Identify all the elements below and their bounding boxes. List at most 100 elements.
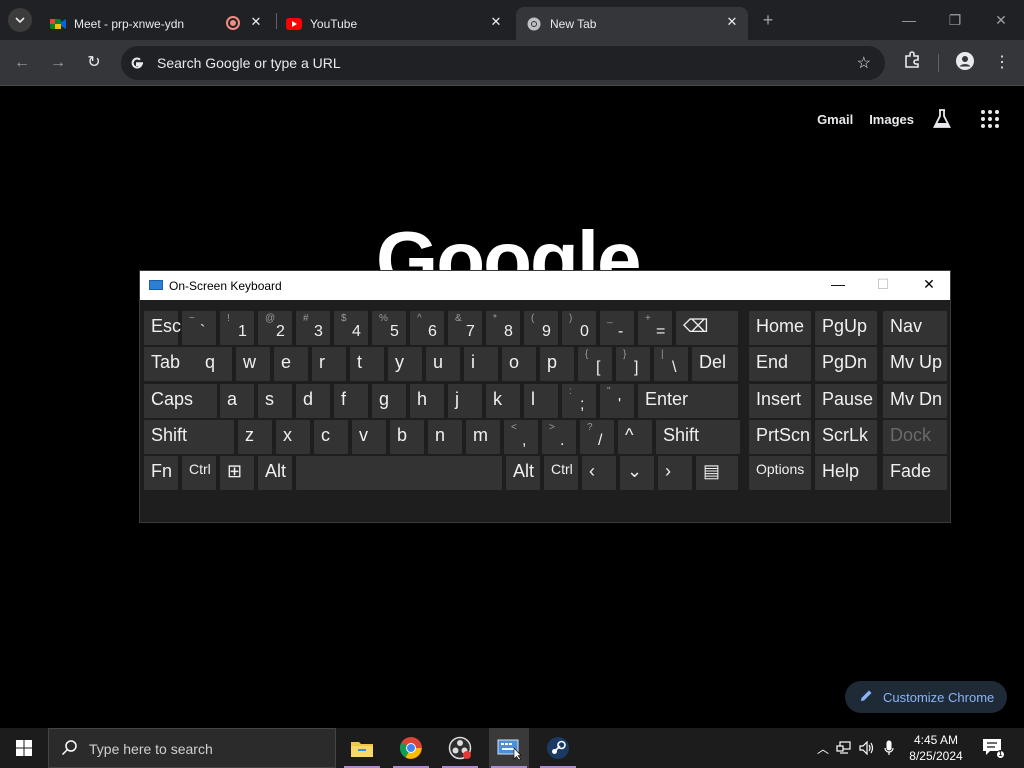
osk-key-symbol[interactable]: :; [562,384,596,418]
osk-key-k[interactable]: k [486,384,520,418]
osk-key-esc[interactable]: Esc [144,311,181,345]
osk-key-1[interactable]: ! 1 [220,311,254,345]
osk-key-v[interactable]: v [352,420,386,454]
osk-key-3[interactable]: #3 [296,311,330,345]
customize-chrome-button[interactable]: Customize Chrome [845,681,1007,713]
osk-key-c[interactable]: c [314,420,348,454]
osk-key-f[interactable]: f [334,384,368,418]
tab-youtube[interactable]: YouTube ✕ [276,7,512,40]
osk-key-i[interactable]: i [464,347,498,381]
osk-key-b[interactable]: b [390,420,424,454]
osk-key-symbol[interactable]: + = [638,311,672,345]
notifications-icon[interactable]: 1 [982,738,1005,759]
labs-flask-icon[interactable] [930,107,954,131]
minimize-window-icon[interactable]: — [897,8,921,32]
more-menu-icon[interactable]: ⋮ [990,51,1014,75]
apps-grid-icon[interactable] [978,107,1002,131]
osk-key-symbol[interactable]: | \ [654,347,688,381]
osk-key-help[interactable]: Help [815,456,877,490]
osk-key-g[interactable]: g [372,384,406,418]
osk-key-5[interactable]: % 5 [372,311,406,345]
osk-key-d[interactable]: d [296,384,330,418]
new-tab-button[interactable]: + [758,10,778,30]
chevron-up-icon[interactable]: ︿ [814,740,832,757]
taskbar-clock[interactable]: 4:45 AM 8/25/2024 [905,732,967,764]
osk-key-symbol[interactable]: {[ [578,347,612,381]
osk-key-symbol[interactable]: <, [504,420,538,454]
osk-close-icon[interactable]: ✕ [919,276,939,293]
osk-key-fade[interactable]: Fade [883,456,947,490]
osk-key-symbol[interactable]: ⌫ [676,311,738,345]
osk-key-t[interactable]: t [350,347,384,381]
osk-key-7[interactable]: & 7 [448,311,482,345]
osk-key-y[interactable]: y [388,347,422,381]
osk-key-o[interactable]: o [502,347,536,381]
osk-key-tab[interactable]: Tab [144,347,202,381]
osk-key-fn[interactable]: Fn [144,456,178,490]
taskbar-search-box[interactable]: Type here to search [48,728,336,768]
osk-key-enter[interactable]: Enter [638,384,738,418]
osk-key-w[interactable]: w [236,347,270,381]
taskbar-chrome[interactable] [391,728,431,768]
osk-key-caps[interactable]: Caps [144,384,217,418]
bookmark-star-icon[interactable]: ☆ [857,53,871,73]
osk-key-symbol[interactable]: _ - [600,311,634,345]
osk-key-x[interactable]: x [276,420,310,454]
osk-minimize-icon[interactable]: — [828,276,848,292]
close-window-icon[interactable]: ✕ [989,8,1013,32]
osk-key-a[interactable]: a [220,384,254,418]
profile-avatar-icon[interactable] [953,51,977,75]
restore-window-icon[interactable]: ❐ [943,8,967,32]
osk-key-nav[interactable]: Nav [883,311,947,345]
network-icon[interactable] [832,741,856,755]
tab-new-tab[interactable]: New Tab ✕ [516,7,748,40]
images-link[interactable]: Images [869,112,914,127]
osk-key-del[interactable]: Del [692,347,738,381]
osk-key-insert[interactable]: Insert [749,384,811,418]
osk-key-h[interactable]: h [410,384,444,418]
osk-key-z[interactable]: z [238,420,272,454]
taskbar-steam[interactable] [538,728,578,768]
osk-key-symbol[interactable]: >. [542,420,576,454]
omnibox[interactable]: Search Google or type a URL ☆ [121,46,885,80]
osk-key-symbol[interactable]: ? / [580,420,614,454]
tab-meet[interactable]: Meet - prp-xnwe-ydn ✕ [40,7,272,40]
microphone-icon[interactable] [878,740,900,756]
osk-key-ctrl[interactable]: Ctrl [182,456,216,490]
gmail-link[interactable]: Gmail [817,112,853,127]
taskbar-on-screen-keyboard[interactable] [489,728,529,768]
osk-key-shift[interactable]: Shift [656,420,740,454]
osk-key-symbol[interactable]: ⌄ [620,456,654,490]
osk-key-symbol[interactable]: }] [616,347,650,381]
osk-key-alt[interactable]: Alt [258,456,292,490]
start-button[interactable] [0,728,48,768]
osk-key-mv-dn[interactable]: Mv Dn [883,384,947,418]
osk-key-ctrl[interactable]: Ctrl [544,456,578,490]
taskbar-obs[interactable] [440,728,480,768]
osk-key-pgdn[interactable]: PgDn [815,347,877,381]
osk-key-q[interactable]: q [198,347,232,381]
close-tab-icon[interactable]: ✕ [248,14,264,30]
osk-key-j[interactable]: j [448,384,482,418]
tab-search-button[interactable] [8,8,32,32]
reload-icon[interactable]: ↻ [82,51,106,75]
osk-key-s[interactable]: s [258,384,292,418]
osk-key-symbol[interactable]: " ' [600,384,634,418]
osk-key-dock[interactable]: Dock [883,420,947,454]
osk-key-n[interactable]: n [428,420,462,454]
osk-key-symbol[interactable]: ‹ [582,456,616,490]
osk-key-2[interactable]: @2 [258,311,292,345]
osk-key-symbol[interactable]: ~ ` [182,311,216,345]
osk-key-symbol[interactable]: ▤ [696,456,738,490]
osk-key-l[interactable]: l [524,384,558,418]
extensions-puzzle-icon[interactable] [900,51,924,75]
osk-key-symbol[interactable]: ^ [618,420,652,454]
osk-key-scrlk[interactable]: ScrLk [815,420,877,454]
osk-key-shift[interactable]: Shift [144,420,234,454]
taskbar-file-explorer[interactable] [342,728,382,768]
osk-key-4[interactable]: $4 [334,311,368,345]
osk-key-pause[interactable]: Pause [815,384,877,418]
osk-key-9[interactable]: (9 [524,311,558,345]
speaker-volume-icon[interactable] [856,741,878,755]
osk-key-m[interactable]: m [466,420,500,454]
